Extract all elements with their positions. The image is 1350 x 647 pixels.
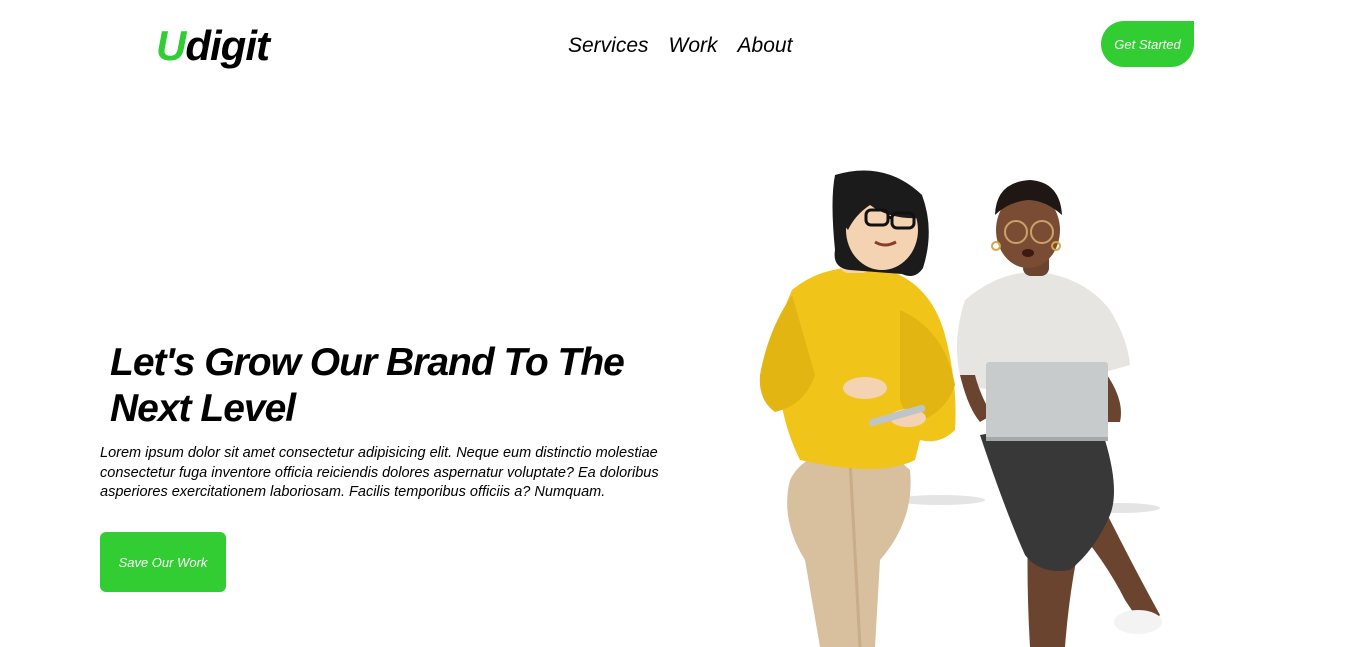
person-right [956, 180, 1162, 647]
nav-link-about[interactable]: About [738, 32, 793, 60]
get-started-button[interactable]: Get Started [1101, 21, 1194, 67]
person-left [759, 170, 956, 647]
hero-title: Let's Grow Our Brand To The Next Level [110, 341, 625, 430]
nav-link-services[interactable]: Services [568, 32, 649, 60]
main-nav: Services Work About [568, 32, 792, 60]
hero-illustration [759, 170, 1162, 647]
hero-description: Lorem ipsum dolor sit amet consectetur a… [100, 445, 659, 500]
logo-text: digit [185, 22, 270, 69]
save-our-work-button[interactable]: Save Our Work [100, 532, 226, 592]
logo-accent-letter: U [156, 22, 186, 69]
brand-logo[interactable]: Udigit [156, 20, 270, 72]
nav-link-work[interactable]: Work [669, 32, 718, 60]
